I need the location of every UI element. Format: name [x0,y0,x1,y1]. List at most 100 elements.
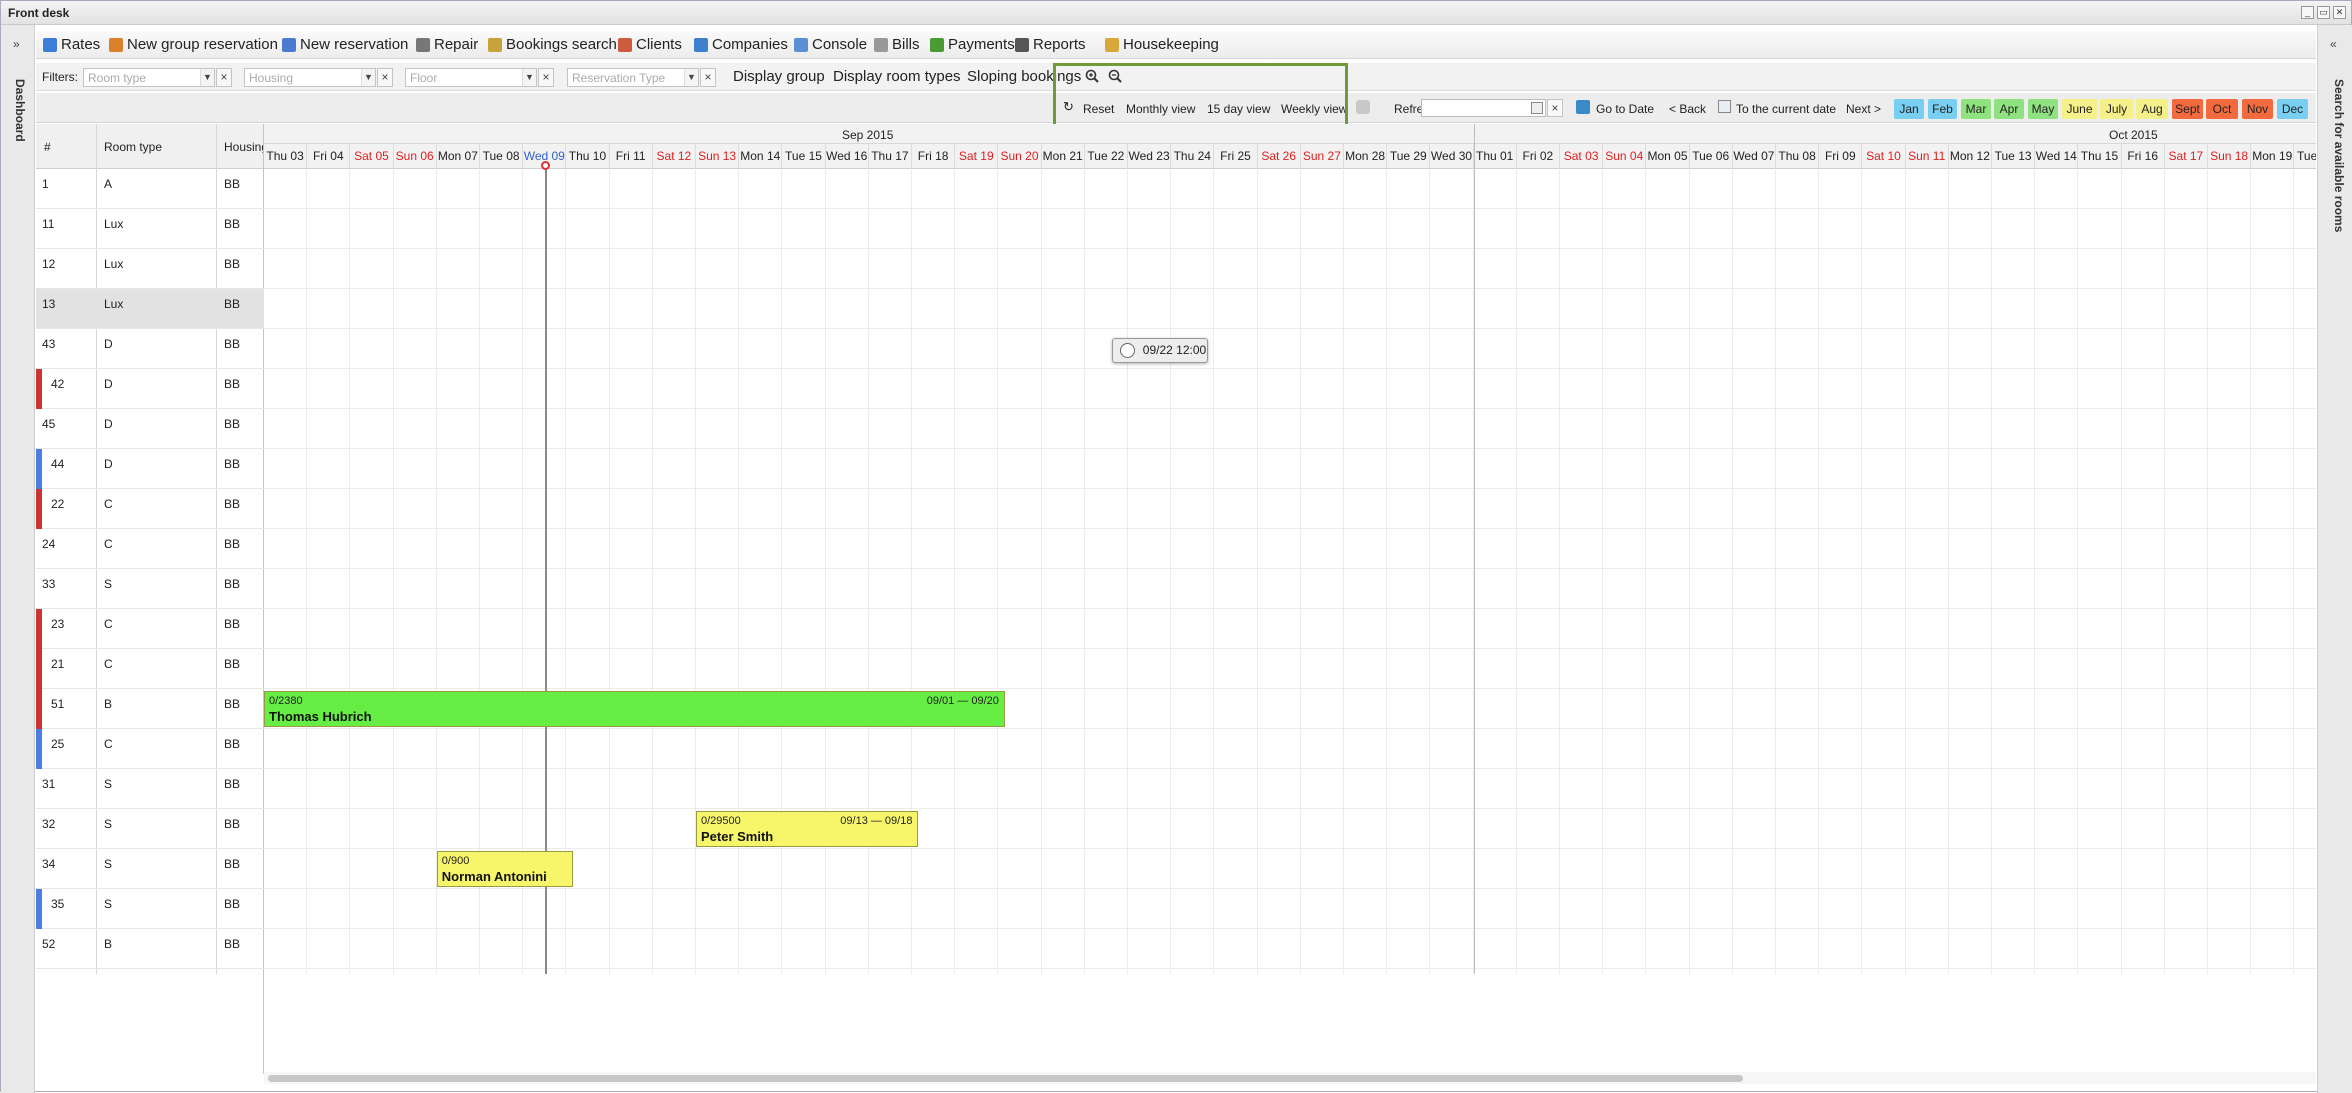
main-menu: Rates New group reservation New reservatio… [36,31,2316,59]
magnifier-icon [488,37,502,52]
calendar-icon[interactable] [1531,102,1543,114]
reports-icon [1015,37,1029,52]
collapse-icon[interactable]: « [2330,37,2337,51]
room-row[interactable]: 12 Lux BB [36,249,264,289]
room-row[interactable]: 43 D BB [36,329,264,369]
room-row[interactable]: 35 S BB [36,889,264,929]
horizontal-scrollbar[interactable] [264,1072,2316,1084]
menu-item-repair[interactable]: Repair [416,36,478,53]
expand-icon[interactable]: » [13,37,20,51]
menu-item-rates[interactable]: Rates [43,36,100,53]
room-row[interactable]: 25 C BB [36,729,264,769]
room-row[interactable]: 33 S BB [36,569,264,609]
room-row[interactable]: 11 Lux BB [36,209,264,249]
month-button-feb[interactable]: Feb [1928,99,1957,119]
month-button-jan[interactable]: Jan [1894,99,1924,119]
month-button-dec[interactable]: Dec [2277,99,2308,119]
menu-item-housekeeping[interactable]: Housekeeping [1105,36,1219,53]
close-button[interactable]: ✕ [2333,6,2346,19]
booking-code: 0/2380 [269,695,303,707]
monthly-view-button[interactable]: Monthly view [1126,102,1195,116]
floor-select[interactable]: Floor ▼ [405,68,537,87]
booking-block[interactable]: 0/29500 Peter Smith 09/13 — 09/18 [696,811,919,847]
room-type: D [104,377,113,391]
dashboard-sidebar[interactable]: » Dashboard [1,25,35,1093]
reservation-type-clear-button[interactable]: × [700,68,716,87]
go-to-date-button[interactable]: Go to Date [1596,102,1654,116]
back-button[interactable]: < Back [1669,102,1706,116]
month-button-may[interactable]: May [2028,99,2058,119]
menu-item-clients[interactable]: Clients [618,36,682,53]
room-type: Lux [104,217,124,231]
booking-block[interactable]: 0/2380 Thomas Hubrich 09/01 — 09/20 [264,691,1005,727]
reservation-type-select[interactable]: Reservation Type ▼ [567,68,699,87]
room-row[interactable]: 24 C BB [36,529,264,569]
room-housing: BB [224,537,241,551]
current-date-icon[interactable] [1718,100,1731,113]
month-button-apr[interactable]: Apr [1994,99,2024,119]
zoom-in-icon[interactable] [1085,69,1099,83]
reset-icon[interactable]: ↻ [1063,99,1074,115]
restore-button[interactable]: ▭ [2317,6,2330,19]
menu-item-payments[interactable]: Payments [930,36,1015,53]
room-row[interactable]: 1 A BB [36,169,264,209]
chevron-down-icon[interactable]: ▼ [522,69,536,86]
room-row[interactable]: 21 C BB [36,649,264,689]
month-button-aug[interactable]: Aug [2136,99,2168,119]
display-room-types-link[interactable]: Display room types [833,68,961,85]
room-row[interactable]: 42 D BB [36,369,264,409]
minimize-button[interactable]: _ [2301,6,2314,19]
room-number: 13 [42,297,56,311]
booking-block[interactable]: 0/900 Norman Antonini [436,851,573,887]
housing-clear-button[interactable]: × [377,68,393,87]
day-header: Sun 20 [998,144,1042,169]
room-row[interactable]: 34 S BB [36,849,264,889]
room-housing: BB [224,857,241,871]
search-available-rooms-sidebar[interactable]: « Search for available rooms [2317,25,2352,1093]
reset-button[interactable]: Reset [1083,102,1114,116]
chevron-down-icon[interactable]: ▼ [361,69,375,86]
room-row[interactable]: 51 B BB [36,689,264,729]
display-group-link[interactable]: Display group [733,68,825,85]
15-day-view-button[interactable]: 15 day view [1207,102,1270,116]
room-type-clear-button[interactable]: × [216,68,232,87]
month-button-june[interactable]: June [2062,99,2097,119]
room-row[interactable]: 45 D BB [36,409,264,449]
month-button-nov[interactable]: Nov [2242,99,2273,119]
menu-item-bookings-search[interactable]: Bookings search [488,36,617,53]
chevron-down-icon[interactable]: ▼ [200,69,214,86]
room-row[interactable]: 52 B BB [36,929,264,969]
sloping-bookings-link[interactable]: Sloping bookings [967,68,1081,85]
menu-item-companies[interactable]: Companies [694,36,788,53]
menu-item-new-reservation[interactable]: New reservation [282,36,408,53]
menu-item-reports[interactable]: Reports [1015,36,1086,53]
month-button-sept[interactable]: Sept [2172,99,2203,119]
room-row[interactable]: 23 C BB [36,609,264,649]
room-row[interactable]: 44 D BB [36,449,264,489]
room-row[interactable]: 13 Lux BB [36,289,264,329]
room-row[interactable]: 22 C BB [36,489,264,529]
to-current-date-button[interactable]: To the current date [1736,102,1836,116]
go-to-date-icon[interactable] [1576,100,1590,114]
room-housing: BB [224,177,241,191]
room-type-select[interactable]: Room type ▼ [83,68,215,87]
menu-item-bills[interactable]: Bills [874,36,920,53]
month-button-july[interactable]: July [2100,99,2133,119]
room-row[interactable]: 32 S BB [36,809,264,849]
menu-item-new-group-reservation[interactable]: New group reservation [109,36,278,53]
menu-item-console[interactable]: Console [794,36,867,53]
chevron-down-icon[interactable]: ▼ [684,69,698,86]
next-button[interactable]: Next > [1846,102,1881,116]
room-number: 24 [42,537,56,551]
scrollbar-thumb[interactable] [268,1075,1743,1082]
floor-clear-button[interactable]: × [538,68,554,87]
housing-select[interactable]: Housing ▼ [244,68,376,87]
month-button-oct[interactable]: Oct [2206,99,2238,119]
refresh-icon[interactable] [1356,100,1370,114]
room-row[interactable]: 31 S BB [36,769,264,809]
weekly-view-button[interactable]: Weekly view [1281,102,1347,116]
date-input[interactable] [1421,99,1546,117]
date-clear-button[interactable]: × [1547,99,1563,117]
month-button-mar[interactable]: Mar [1961,99,1991,119]
zoom-out-icon[interactable] [1108,69,1122,83]
